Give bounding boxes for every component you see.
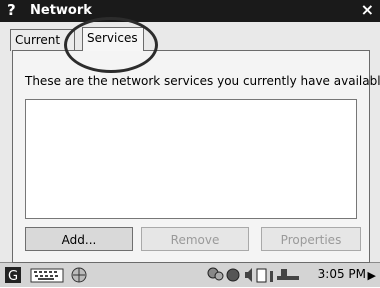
app-menu-icon[interactable]: G [4, 266, 22, 284]
network-icon[interactable] [70, 266, 88, 284]
clock[interactable]: 3:05 PM [318, 267, 366, 281]
battery-icon[interactable] [256, 268, 267, 283]
services-description: These are the network services you curre… [25, 74, 380, 88]
signal-icon[interactable] [270, 271, 273, 282]
speaker-icon[interactable] [245, 268, 252, 282]
svg-text:G: G [8, 269, 18, 284]
tab-services[interactable]: Services [82, 27, 144, 51]
power-plug-icon[interactable] [277, 269, 299, 280]
taskbar: G 3:05 PM ▶ [0, 262, 380, 287]
properties-button[interactable]: Properties [261, 227, 361, 251]
people-icon[interactable] [207, 267, 224, 281]
tray-scroll-icon[interactable]: ▶ [368, 269, 376, 282]
keyboard-icon[interactable] [30, 266, 64, 284]
close-icon[interactable]: × [361, 0, 374, 19]
add-button[interactable]: Add... [25, 227, 133, 251]
tab-current[interactable]: Current [10, 29, 75, 51]
system-tray [205, 266, 315, 288]
title-bar: ? Network × [0, 0, 380, 22]
help-icon[interactable]: ? [7, 1, 16, 19]
services-panel: These are the network services you curre… [12, 50, 380, 263]
remove-button[interactable]: Remove [141, 227, 249, 251]
window-title: Network [30, 3, 92, 18]
globe-icon[interactable] [226, 268, 240, 282]
services-list[interactable] [25, 99, 357, 219]
